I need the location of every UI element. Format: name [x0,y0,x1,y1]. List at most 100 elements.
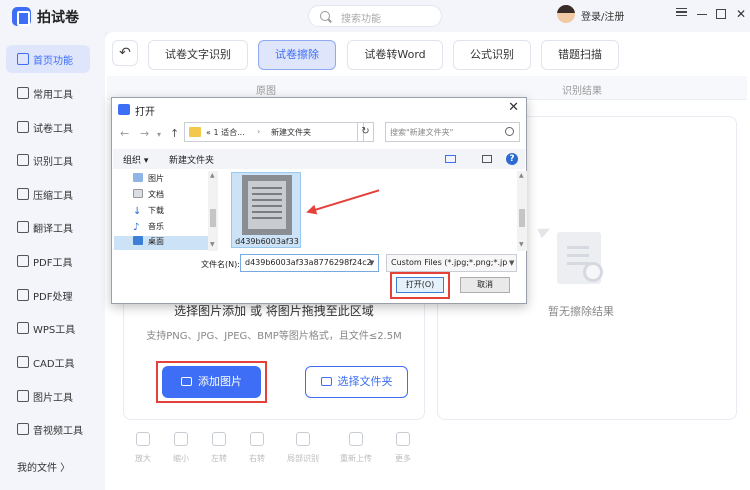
file-name-input[interactable]: d439b6003af33a8776298f24c2 [240,254,379,272]
partial-ocr-button[interactable]: 局部识别 [287,432,319,464]
dialog-title: 打开 [135,107,155,118]
scroll-up-icon: ▲ [519,172,524,179]
cancel-button[interactable]: 取消 [460,277,510,293]
zoom-out-icon [174,432,188,446]
home-icon [17,53,29,65]
sidebar-item-pdf-process[interactable]: PDF处理 [6,281,90,309]
sidebar-item-cad-tools[interactable]: CAD工具 [6,348,90,376]
sidebar-item-wps-tools[interactable]: WPS工具 [6,314,90,342]
sidebar-item-label: 试卷工具 [33,124,73,135]
sidebar-item-home[interactable]: 首页功能 [6,45,90,73]
drop-hint: 选择图片添加 或 将图片拖拽至此区域 [174,304,374,318]
add-image-button[interactable]: 添加图片 [162,366,261,398]
close-icon[interactable]: ✕ [733,6,749,22]
menu-icon[interactable] [673,6,689,22]
address-bar[interactable]: « 1 适合... › 新建文件夹 [184,122,364,142]
search-input[interactable]: 搜索功能 [308,5,442,27]
search-placeholder: 搜索功能 [341,14,381,25]
more-button[interactable]: 更多 [389,432,417,464]
organize-menu[interactable]: 组织 ▾ [123,153,148,166]
new-folder-button[interactable]: 新建文件夹 [169,153,214,166]
tab-paper-ocr[interactable]: 试卷文字识别 [148,40,248,70]
selected-file-item[interactable]: d439b6003af33 [231,172,301,248]
format-hint: 支持PNG、JPG、JPEG、BMP等图片格式，且文件≤2.5M [146,331,402,342]
dialog-close-icon[interactable]: ✕ [508,100,519,115]
tab-formula-ocr[interactable]: 公式识别 [453,40,531,70]
sidebar-item-common-tools[interactable]: 常用工具 [6,79,90,107]
recent-dropdown-icon[interactable]: ▾ [157,130,161,139]
navigation-tree: 图片 文档 ↓ 下载 ♪ 音乐 桌面 [113,170,218,250]
select-folder-button[interactable]: 选择文件夹 [305,366,408,398]
sidebar-item-paper-tools[interactable]: 试卷工具 [6,113,90,141]
login-link[interactable]: 登录/注册 [581,8,624,23]
scan-icon [17,154,29,166]
rotate-left-button[interactable]: 左转 [205,432,233,464]
search-icon [505,127,514,136]
file-type-select[interactable]: Custom Files (*.jpg;*.png;*.jp [386,254,517,272]
back-button[interactable]: ↶ [112,40,138,66]
sidebar-item-label: WPS工具 [33,325,76,336]
tree-item-downloads[interactable]: ↓ 下载 [133,205,164,221]
scroll-thumb[interactable] [210,209,216,227]
file-type-dropdown-icon[interactable]: ▼ [509,259,514,267]
zoom-in-button[interactable]: 放大 [129,432,157,464]
files-scrollbar[interactable]: ▲ ▼ [517,171,527,251]
sidebar: 首页功能 常用工具 试卷工具 识别工具 压缩工具 翻译工具 PDF工具 PDF处… [0,32,105,490]
rotate-right-button[interactable]: 右转 [243,432,271,464]
avatar[interactable] [557,5,575,23]
more-icon [396,432,410,446]
zoom-in-icon [136,432,150,446]
back-arrow-icon[interactable]: ← [120,127,129,140]
breadcrumb-current[interactable]: 新建文件夹 [271,127,311,138]
maximize-icon[interactable] [713,6,729,22]
sidebar-item-ocr-tools[interactable]: 识别工具 [6,146,90,174]
my-files-link[interactable]: 我的文件 〉 [17,459,70,474]
breadcrumb-separator-icon: › [257,127,261,136]
wps-icon [17,322,29,334]
sidebar-item-av-tools[interactable]: 音视频工具 [6,415,90,443]
reupload-button[interactable]: 重新上传 [340,432,372,464]
result-header: 识别结果 [562,86,602,97]
preview-pane-icon[interactable] [482,155,492,163]
add-image-label: 添加图片 [198,375,242,388]
tab-paper-to-word[interactable]: 试卷转Word [347,40,443,70]
scroll-down-icon: ▼ [210,241,215,248]
sidebar-item-pdf-tools[interactable]: PDF工具 [6,247,90,275]
documents-icon [133,189,143,198]
original-header: 原图 [256,86,276,97]
help-icon[interactable]: ? [506,153,518,165]
file-name-dropdown-icon[interactable]: ▼ [369,259,374,267]
scroll-thumb[interactable] [519,209,525,227]
rotate-right-icon [250,432,264,446]
compress-icon [17,188,29,200]
downloads-icon: ↓ [133,206,142,217]
up-arrow-icon[interactable]: ↑ [170,127,179,140]
tab-mistake-scan[interactable]: 错题扫描 [541,40,619,70]
tree-item-desktop[interactable]: 桌面 [114,236,209,250]
zoom-out-button[interactable]: 缩小 [167,432,195,464]
sidebar-item-translate-tools[interactable]: 翻译工具 [6,213,90,241]
breadcrumb-parent[interactable]: « 1 适合... [206,127,245,138]
tree-item-pictures[interactable]: 图片 [133,173,164,189]
file-item-name: d439b6003af33 [235,237,299,246]
sidebar-item-image-tools[interactable]: 图片工具 [6,382,90,410]
minimize-icon[interactable] [694,6,710,22]
tree-item-music[interactable]: ♪ 音乐 [133,221,164,237]
refresh-icon[interactable]: ↻ [357,122,374,142]
dialog-search-input[interactable]: 搜索"新建文件夹" [385,122,520,142]
sidebar-item-label: 识别工具 [33,157,73,168]
tree-item-documents[interactable]: 文档 [133,189,164,205]
sidebar-item-label: 翻译工具 [33,224,73,235]
open-button[interactable]: 打开(O) [396,277,444,293]
crop-icon [296,432,310,446]
tree-scrollbar[interactable]: ▲ ▼ [208,171,218,251]
view-options-icon[interactable] [445,155,456,163]
scroll-down-icon: ▼ [519,241,524,248]
folder-icon [320,377,332,386]
file-name-label: 文件名(N): [201,260,240,269]
tab-paper-erase[interactable]: 试卷擦除 [258,40,336,70]
forward-arrow-icon[interactable]: → [140,127,149,140]
sidebar-item-label: CAD工具 [33,359,75,370]
sidebar-item-label: 常用工具 [33,90,73,101]
sidebar-item-compress-tools[interactable]: 压缩工具 [6,180,90,208]
